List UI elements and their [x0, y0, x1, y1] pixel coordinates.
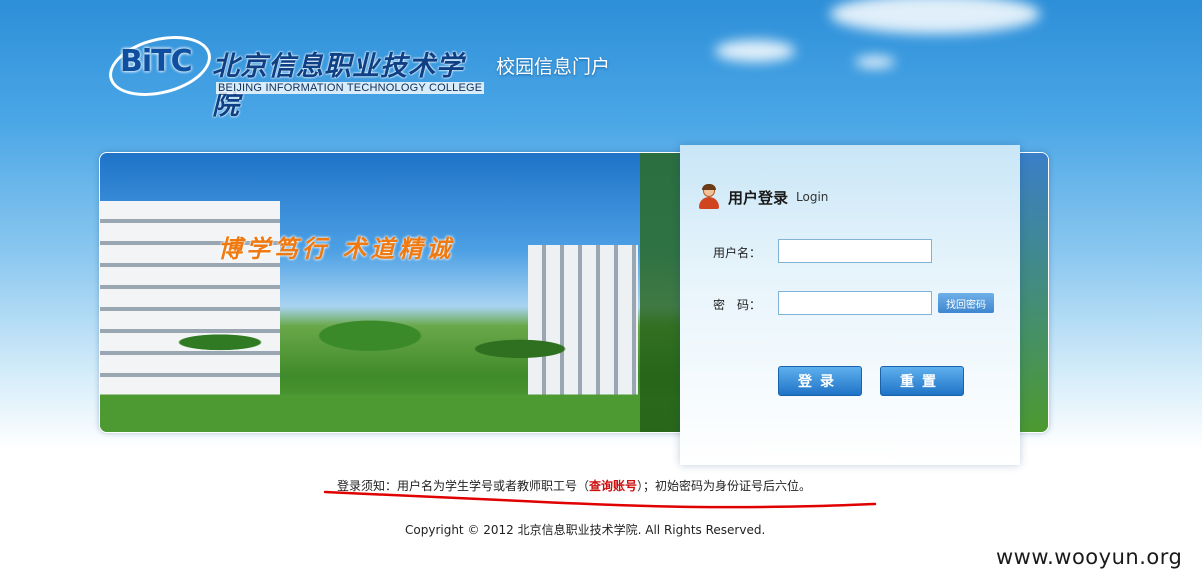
find-password-button[interactable]: 找回密码: [938, 293, 994, 313]
red-annotation-underline: [323, 490, 877, 509]
password-input[interactable]: [778, 291, 932, 315]
login-title: 用户登录: [728, 188, 789, 207]
password-label: 密 码：: [713, 298, 762, 312]
login-subtitle: Login: [796, 190, 829, 204]
copyright-text: Copyright © 2012 北京信息职业技术学院. All Rights …: [405, 523, 766, 537]
portal-title: 校园信息门户: [496, 56, 611, 78]
watermark: www.wooyun.org: [996, 545, 1183, 569]
logo-english-name: BEIJING INFORMATION TECHNOLOGY COLLEGE: [216, 82, 485, 94]
username-label: 用户名：: [713, 246, 762, 260]
cloud: [715, 40, 795, 62]
user-avatar-icon: [698, 184, 720, 209]
trees-illustration: [100, 303, 700, 432]
banner-edge: [1020, 153, 1048, 432]
logo-mark: BiTC: [120, 44, 193, 79]
login-header: 用户登录 Login: [698, 184, 829, 209]
college-logo[interactable]: BiTC 北京信息职业技术学院 BEIJING INFORMATION TECH…: [102, 26, 488, 121]
username-input[interactable]: [778, 239, 932, 263]
trees-illustration: [640, 153, 680, 432]
reset-button[interactable]: 重置: [880, 366, 964, 396]
login-panel: 用户登录 Login 用户名： 密 码： 找回密码 登录 重置: [680, 145, 1020, 465]
login-button[interactable]: 登录: [778, 366, 862, 396]
banner-slogan: 博学笃行 术道精诚: [218, 234, 455, 263]
cloud: [830, 0, 1040, 34]
cloud: [855, 56, 895, 68]
